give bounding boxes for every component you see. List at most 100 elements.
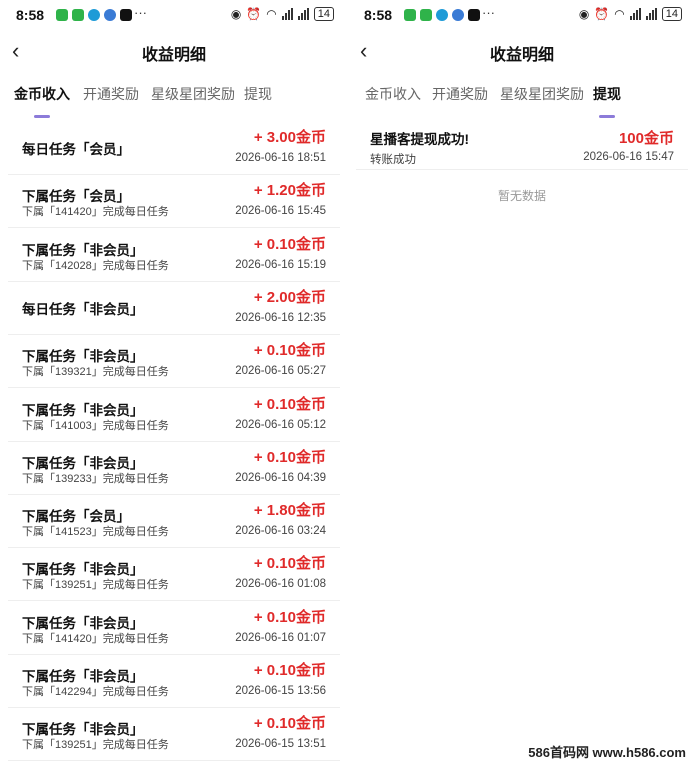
eye-icon: ◉ <box>578 7 590 21</box>
record-title: 星播客提现成功! <box>370 132 469 147</box>
record-amount: + 0.10金币 <box>253 235 326 253</box>
list-item[interactable]: 下属任务「非会员」 下属「139251」完成每日任务 + 0.10金币 2026-06… <box>8 707 340 762</box>
alarm-icon: ⏰ <box>594 7 610 21</box>
record-date: 2026-06-16 05:12 <box>235 418 326 431</box>
more-notifications-icon: ··· <box>482 5 495 20</box>
wifi-icon: ◠ <box>266 7 277 21</box>
tab-coin-income[interactable]: 金币收入 <box>365 84 421 104</box>
chat-icon <box>420 9 432 21</box>
tab-bar: 金币收入 开通奖励 星级星团奖励 提现 <box>362 84 696 118</box>
record-date: 2026-06-16 15:19 <box>235 258 326 271</box>
active-tab-indicator <box>34 115 50 118</box>
battery-icon: 14 <box>661 7 682 21</box>
record-date: 2026-06-16 15:47 <box>583 151 674 163</box>
list-item[interactable]: 下属任务「会员」 下属「141420」完成每日任务 + 1.20金币 2026-06-… <box>8 174 340 229</box>
record-amount: + 1.20金币 <box>253 182 326 200</box>
browser-icon <box>104 9 116 21</box>
record-amount: + 0.10金币 <box>253 448 326 466</box>
list-item[interactable]: 每日任务「非会员」 + 2.00金币 2026-06-16 12:35 <box>8 281 340 335</box>
record-title: 下属任务「非会员」 <box>22 349 144 365</box>
list-item[interactable]: 下属任务「非会员」 下属「142028」完成每日任务 + 0.10金币 2026-06… <box>8 228 340 282</box>
tab-activation-reward[interactable]: 开通奖励 <box>83 84 139 104</box>
eye-icon: ◉ <box>230 7 242 21</box>
record-subtitle: 下属「142028」完成每日任务 <box>22 259 169 272</box>
record-subtitle: 下属「139233」完成每日任务 <box>22 472 169 485</box>
record-amount: + 0.10金币 <box>253 395 326 413</box>
record-title: 下属任务「非会员」 <box>22 562 144 578</box>
record-amount: + 1.80金币 <box>253 502 326 520</box>
battery-icon: 14 <box>313 7 334 21</box>
browser-icon <box>452 9 464 21</box>
record-amount: + 3.00金币 <box>253 129 326 146</box>
page-title: 收益明细 <box>141 47 206 64</box>
list-item[interactable]: 每日任务「会员」 + 3.00金币 2026-06-16 18:51 <box>8 121 340 175</box>
record-subtitle: 下属「139251」完成每日任务 <box>22 739 169 752</box>
tab-coin-income[interactable]: 金币收入 <box>14 84 70 104</box>
record-title: 下属任务「会员」 <box>22 509 130 525</box>
watermark: 586首码网 www.h586.com <box>526 742 688 761</box>
record-date: 2026-06-15 13:51 <box>235 738 326 751</box>
record-subtitle: 下属「139251」完成每日任务 <box>22 579 169 592</box>
record-date: 2026-06-16 18:51 <box>235 152 326 164</box>
record-title: 每日任务「会员」 <box>22 142 130 157</box>
tab-withdraw[interactable]: 提现 <box>593 84 621 104</box>
record-amount: + 2.00金币 <box>253 288 326 306</box>
signal-icon <box>281 8 293 20</box>
app-icon <box>436 9 448 21</box>
status-bar: 8:58 ··· ◉ ⏰ ◠ 14 <box>348 4 696 28</box>
record-title: 下属任务「非会员」 <box>22 402 144 418</box>
record-title: 下属任务「会员」 <box>22 189 130 205</box>
list-item[interactable]: 下属任务「非会员」 下属「141420」完成每日任务 + 0.10金币 2026-06… <box>8 601 340 655</box>
wifi-icon: ◠ <box>614 7 625 21</box>
header: ‹ 收益明细 <box>0 36 348 68</box>
record-amount: + 0.10金币 <box>253 555 326 573</box>
app-icon <box>88 9 100 21</box>
wechat-icon <box>404 9 416 21</box>
header: ‹ 收益明细 <box>348 36 696 68</box>
list-item[interactable]: 下属任务「会员」 下属「141523」完成每日任务 + 1.80金币 2026-06-… <box>8 494 340 549</box>
record-amount: + 0.10金币 <box>253 662 326 679</box>
tab-star-group-reward[interactable]: 星级星团奖励 <box>500 84 584 104</box>
list-item[interactable]: 下属任务「非会员」 下属「139251」完成每日任务 + 0.10金币 2026-06… <box>8 547 340 602</box>
record-date: 2026-06-16 12:35 <box>235 311 326 324</box>
record-title: 下属任务「非会员」 <box>22 669 144 684</box>
status-time: 8:58 <box>364 7 393 23</box>
record-title: 每日任务「非会员」 <box>22 301 144 317</box>
list-item[interactable]: 下属任务「非会员」 下属「139321」完成每日任务 + 0.10金币 2026-06… <box>8 334 340 389</box>
status-time: 8:58 <box>16 7 45 23</box>
record-title: 下属任务「非会员」 <box>22 242 144 258</box>
record-amount: + 0.10金币 <box>253 608 326 626</box>
record-subtitle: 下属「141523」完成每日任务 <box>22 526 169 539</box>
record-title: 下属任务「非会员」 <box>22 455 144 471</box>
tab-activation-reward[interactable]: 开通奖励 <box>432 84 488 104</box>
record-amount: + 0.10金币 <box>253 715 326 733</box>
record-amount: + 0.10金币 <box>253 342 326 360</box>
list-item[interactable]: 下属任务「非会员」 下属「142294」完成每日任务 + 0.10金币 2026-06… <box>8 654 340 708</box>
list-item[interactable]: 下属任务「非会员」 下属「141003」完成每日任务 + 0.10金币 2026-06… <box>8 388 340 442</box>
record-date: 2026-06-16 05:27 <box>235 365 326 378</box>
record-title: 下属任务「非会员」 <box>22 615 144 631</box>
tab-withdraw[interactable]: 提现 <box>244 84 272 104</box>
signal-icon-2 <box>297 8 309 20</box>
record-date: 2026-06-16 01:08 <box>235 578 326 591</box>
alarm-icon: ⏰ <box>246 7 262 21</box>
x-icon <box>120 9 132 21</box>
withdraw-record[interactable]: 星播客提现成功! 转账成功 100金币 2026-06-16 15:47 <box>356 121 688 170</box>
wechat-icon <box>56 9 68 21</box>
tab-star-group-reward[interactable]: 星级星团奖励 <box>151 84 235 104</box>
record-title: 下属任务「非会员」 <box>22 722 144 738</box>
record-subtitle: 下属「141003」完成每日任务 <box>22 419 169 432</box>
more-notifications-icon: ··· <box>134 5 147 20</box>
chat-icon <box>72 9 84 21</box>
list-item[interactable]: 下属任务「非会员」 下属「139233」完成每日任务 + 0.10金币 2026-06… <box>8 441 340 495</box>
x-icon <box>468 9 480 21</box>
status-bar: 8:58 ··· ◉ ⏰ ◠ 14 <box>0 4 348 28</box>
active-tab-indicator <box>599 115 615 118</box>
record-subtitle: 转账成功 <box>370 154 416 166</box>
record-subtitle: 下属「141420」完成每日任务 <box>22 632 169 645</box>
signal-icon-2 <box>645 8 657 20</box>
record-amount: 100金币 <box>618 130 674 147</box>
signal-icon <box>629 8 641 20</box>
page-title: 收益明细 <box>489 47 554 64</box>
empty-state-text: 暂无数据 <box>497 189 546 203</box>
